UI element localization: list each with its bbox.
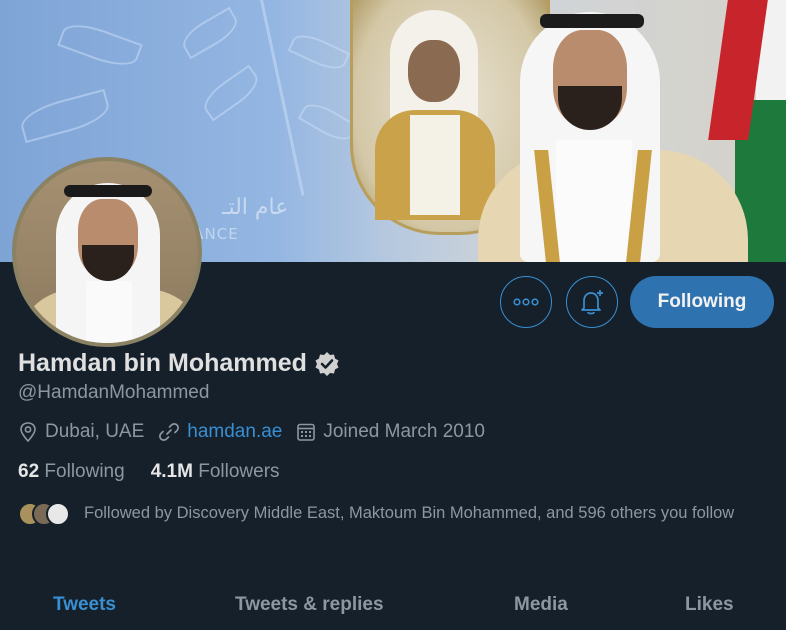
- followers-count: 4.1M: [150, 461, 193, 482]
- location-item: Dubai, UAE: [18, 421, 144, 443]
- banner-decoration: [57, 17, 143, 73]
- bell-plus-icon: [581, 290, 603, 315]
- tab-media[interactable]: Media: [514, 594, 568, 616]
- avatar-detail: [86, 281, 132, 343]
- location-pin-icon: [20, 422, 36, 443]
- banner-decoration: [17, 88, 113, 144]
- following-button[interactable]: Following: [630, 276, 774, 328]
- banner-decoration: [540, 14, 644, 28]
- avatar: [46, 502, 70, 526]
- banner-decoration: [408, 40, 460, 102]
- following-count: 62: [18, 461, 40, 482]
- banner-decoration: [198, 64, 264, 122]
- tab-tweets-replies[interactable]: Tweets & replies: [235, 594, 384, 616]
- joined-item: Joined March 2010: [296, 421, 485, 443]
- tab-tweets[interactable]: Tweets: [53, 594, 116, 616]
- more-horizontal-icon: [513, 298, 539, 306]
- location-text: Dubai, UAE: [45, 421, 145, 442]
- followed-by-avatars: [18, 502, 74, 528]
- verified-badge-icon: [315, 351, 339, 376]
- notifications-button[interactable]: [566, 276, 618, 328]
- banner-decoration: [177, 6, 243, 60]
- link-icon: [159, 423, 180, 441]
- website-item[interactable]: hamdan.ae: [158, 421, 282, 443]
- more-options-button[interactable]: [500, 276, 552, 328]
- website-link[interactable]: hamdan.ae: [187, 421, 282, 443]
- following-label: Following: [44, 461, 125, 482]
- profile-name-row: Hamdan bin Mohammed: [18, 349, 341, 378]
- profile-name: Hamdan bin Mohammed: [18, 349, 307, 377]
- profile-meta: Dubai, UAE hamdan.ae Joined March 2010: [18, 421, 499, 443]
- joined-text: Joined March 2010: [323, 421, 485, 442]
- profile-handle: @HamdanMohammed: [18, 382, 210, 403]
- avatar-detail: [64, 185, 152, 197]
- profile-stats: 62 Following 4.1M Followers: [18, 461, 306, 483]
- banner-decoration: [287, 28, 351, 76]
- banner-decoration: [556, 140, 632, 262]
- following-stat[interactable]: 62 Following: [18, 461, 125, 483]
- banner-decoration: [410, 115, 460, 215]
- banner-arabic-text: عام التـ: [222, 195, 289, 220]
- followers-stat[interactable]: 4.1M Followers: [151, 461, 280, 483]
- followers-label: Followers: [198, 461, 280, 482]
- tab-likes[interactable]: Likes: [685, 594, 734, 616]
- profile-avatar[interactable]: [12, 157, 202, 347]
- banner-decoration: [260, 0, 305, 196]
- profile-tabs: Tweets Tweets & replies Media Likes: [0, 586, 786, 630]
- followed-by-text: Followed by Discovery Middle East, Makto…: [84, 504, 735, 522]
- calendar-icon: [297, 423, 316, 441]
